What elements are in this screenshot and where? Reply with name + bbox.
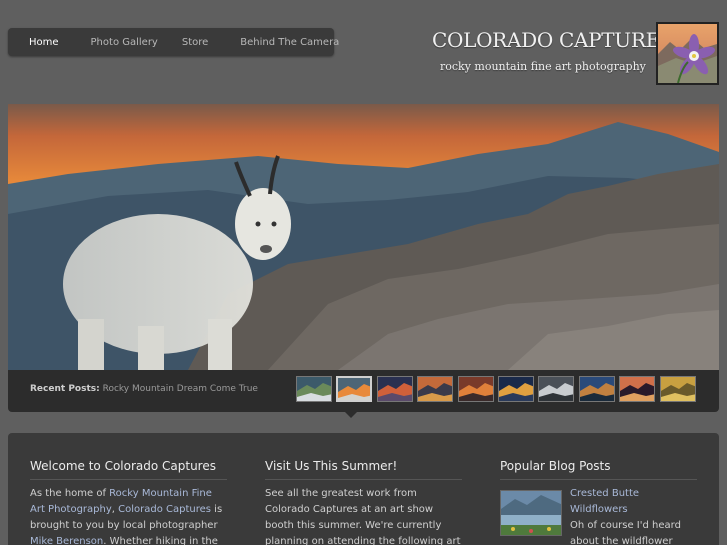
crested-butte-link[interactable]: Crested Butte Wildflowers — [570, 488, 639, 515]
slideshow-thumbnail[interactable] — [659, 376, 696, 402]
welcome-text-1: As the home of — [30, 488, 110, 499]
columbine-flower-logo-icon[interactable] — [656, 22, 719, 85]
visit-text: See all the greatest work from Colorado … — [265, 488, 461, 545]
slideshow-thumbnail[interactable] — [457, 376, 494, 402]
nav-photo-gallery[interactable]: Photo Gallery — [91, 37, 182, 48]
popular-column: Popular Blog Posts Crested Butte Wildflo… — [500, 459, 697, 545]
slideshow-thumbnail[interactable] — [296, 376, 332, 402]
visit-heading: Visit Us This Summer! — [265, 459, 462, 480]
visit-column: Visit Us This Summer! See all the greate… — [265, 459, 462, 545]
welcome-text: As the home of Rocky Mountain Fine Art P… — [30, 486, 227, 545]
popular-heading: Popular Blog Posts — [500, 459, 697, 480]
slideshow-thumbnail[interactable] — [336, 376, 373, 402]
active-thumbnail-pointer — [345, 412, 357, 418]
recent-posts-label: Recent Posts: Rocky Mountain Dream Come … — [30, 384, 258, 394]
blog-post-thumbnail[interactable] — [500, 490, 562, 536]
slideshow-thumbnail[interactable] — [578, 376, 615, 402]
welcome-text-4: . Whether hiking in the — [103, 536, 218, 545]
slideshow-thumbnails — [296, 376, 700, 402]
hero-slideshow-image[interactable] — [8, 104, 719, 370]
content-panel: Welcome to Colorado Captures As the home… — [8, 433, 719, 545]
mike-berenson-link[interactable]: Mike Berenson — [30, 536, 103, 545]
popular-post: Crested Butte Wildflowers Oh of course I… — [500, 486, 697, 545]
site-title[interactable]: COLORADO CAPTURES — [432, 28, 674, 52]
slideshow-thumbnail[interactable] — [417, 376, 454, 402]
nav-behind-the-camera[interactable]: Behind The Camera — [240, 37, 355, 48]
site-tagline: rocky mountain fine art photography — [440, 60, 646, 73]
slideshow-thumbnail[interactable] — [497, 376, 534, 402]
nav-store[interactable]: Store — [182, 37, 240, 48]
nav-home[interactable]: Home — [8, 37, 91, 48]
recent-post-title[interactable]: Rocky Mountain Dream Come True — [103, 384, 258, 394]
slideshow-thumbnail[interactable] — [376, 376, 413, 402]
welcome-heading: Welcome to Colorado Captures — [30, 459, 227, 480]
slideshow-thumbnail[interactable] — [538, 376, 575, 402]
colorado-captures-link[interactable]: Colorado Captures — [118, 504, 211, 515]
recent-posts-bar: Recent Posts: Rocky Mountain Dream Come … — [8, 370, 719, 412]
main-nav: Home Photo Gallery Store Behind The Came… — [8, 28, 339, 56]
recent-posts-heading: Recent Posts: — [30, 384, 100, 394]
slideshow-thumbnail[interactable] — [619, 376, 656, 402]
welcome-column: Welcome to Colorado Captures As the home… — [30, 459, 227, 545]
